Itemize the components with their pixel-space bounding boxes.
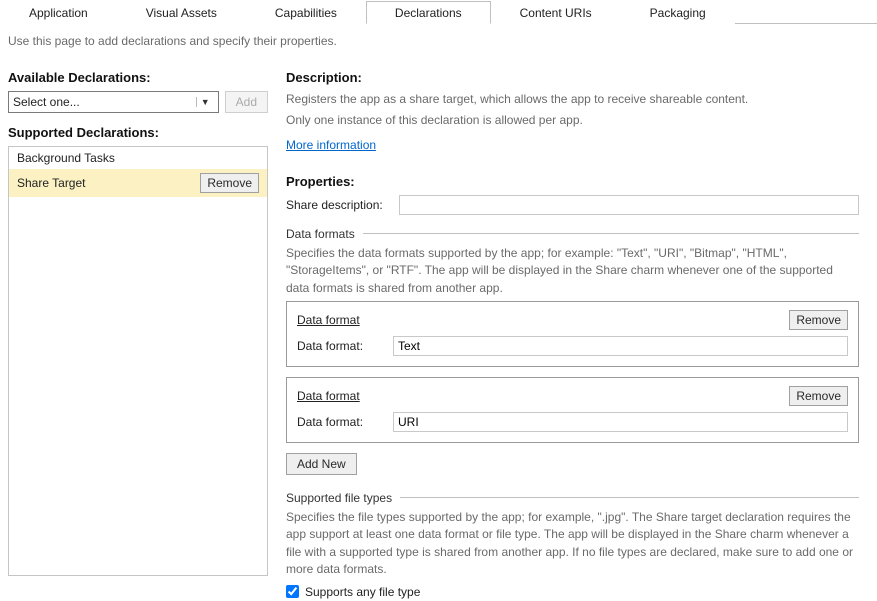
properties-title: Properties: — [286, 174, 859, 189]
list-item[interactable]: Share Target Remove — [9, 169, 267, 197]
supported-declarations-list: Background Tasks Share Target Remove — [8, 146, 268, 576]
divider — [363, 233, 859, 234]
data-format-box: Data format Remove Data format: — [286, 377, 859, 443]
file-types-help: Specifies the file types supported by th… — [286, 509, 859, 579]
remove-button[interactable]: Remove — [789, 386, 848, 406]
available-declarations-select[interactable]: Select one... ▼ — [8, 91, 219, 113]
more-information-link[interactable]: More information — [286, 138, 376, 152]
description-text: Registers the app as a share target, whi… — [286, 91, 859, 108]
select-value: Select one... — [13, 95, 80, 109]
data-formats-group-title: Data formats — [286, 227, 355, 241]
description-text: Only one instance of this declaration is… — [286, 112, 859, 129]
add-button[interactable]: Add — [225, 91, 268, 113]
data-format-box: Data format Remove Data format: — [286, 301, 859, 367]
data-formats-help: Specifies the data formats supported by … — [286, 245, 859, 297]
tab-visual-assets[interactable]: Visual Assets — [117, 1, 246, 24]
description-title: Description: — [286, 70, 859, 85]
available-declarations-title: Available Declarations: — [8, 70, 268, 85]
data-format-input[interactable] — [393, 336, 848, 356]
chevron-down-icon: ▼ — [196, 97, 214, 107]
supported-file-types-group-title: Supported file types — [286, 491, 392, 505]
data-format-label: Data format: — [297, 339, 385, 353]
list-item-label: Share Target — [17, 176, 86, 190]
data-format-header[interactable]: Data format — [297, 313, 360, 327]
tab-application[interactable]: Application — [0, 1, 117, 24]
supported-declarations-title: Supported Declarations: — [8, 125, 268, 140]
list-item-label: Background Tasks — [17, 151, 115, 165]
add-new-button[interactable]: Add New — [286, 453, 357, 475]
tab-content-uris[interactable]: Content URIs — [491, 1, 621, 24]
data-format-label: Data format: — [297, 415, 385, 429]
remove-button[interactable]: Remove — [200, 173, 259, 193]
share-description-label: Share description: — [286, 198, 391, 212]
divider — [400, 497, 859, 498]
supports-any-file-type-checkbox[interactable] — [286, 585, 299, 598]
share-description-input[interactable] — [399, 195, 859, 215]
data-format-input[interactable] — [393, 412, 848, 432]
page-hint: Use this page to add declarations and sp… — [0, 24, 877, 58]
tab-capabilities[interactable]: Capabilities — [246, 1, 366, 24]
supports-any-file-type-label: Supports any file type — [305, 585, 420, 599]
tab-bar: Application Visual Assets Capabilities D… — [0, 0, 877, 24]
list-item[interactable]: Background Tasks — [9, 147, 267, 169]
tab-packaging[interactable]: Packaging — [621, 1, 735, 24]
data-format-header[interactable]: Data format — [297, 389, 360, 403]
remove-button[interactable]: Remove — [789, 310, 848, 330]
tab-declarations[interactable]: Declarations — [366, 1, 491, 24]
